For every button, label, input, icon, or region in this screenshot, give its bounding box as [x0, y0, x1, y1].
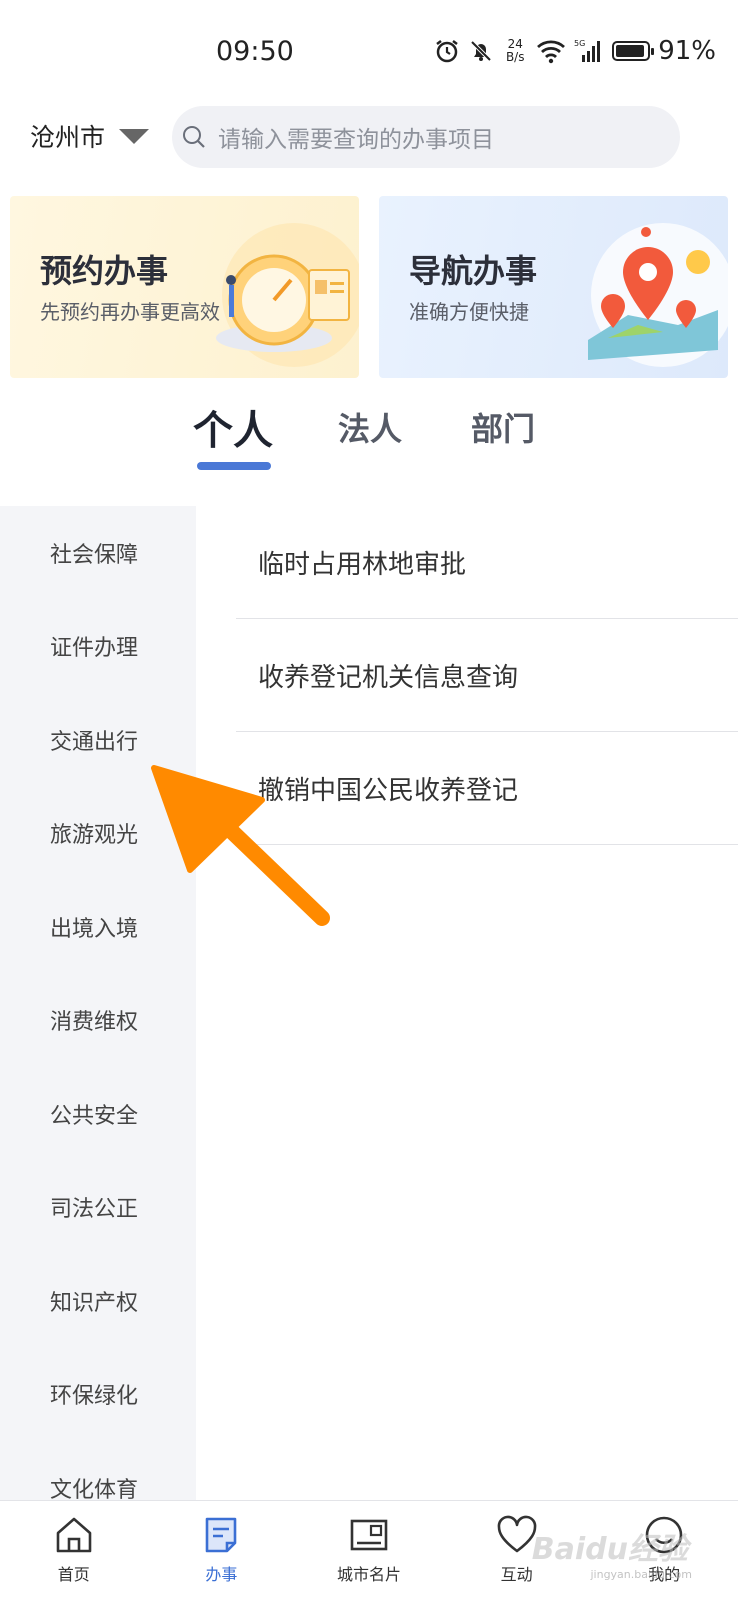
nav-label: 办事	[205, 1565, 238, 1584]
nav-label: 城市名片	[336, 1565, 401, 1584]
banner-title: 导航办事	[409, 252, 538, 290]
sidebar-item-intellectual-property[interactable]: 知识产权	[0, 1254, 196, 1348]
wifi-icon	[536, 38, 566, 64]
list-item[interactable]: 撤销中国公民收养登记	[196, 732, 738, 845]
mute-bell-icon	[468, 38, 494, 64]
speedometer-illustration-icon	[216, 223, 359, 367]
watermark-url: jingyan.baidu.com	[590, 1568, 692, 1581]
status-time: 09:50	[216, 36, 294, 67]
search-placeholder: 请输入需要查询的办事项目	[218, 127, 494, 153]
sidebar-item-judicial[interactable]: 司法公正	[0, 1161, 196, 1255]
battery-percent: 91%	[658, 36, 716, 66]
appointment-banner[interactable]: 预约办事 先预约再办事更高效	[10, 196, 359, 378]
list-item[interactable]: 临时占用林地审批	[196, 506, 738, 619]
banner-title: 预约办事	[40, 252, 169, 290]
header: 沧州市 请输入需要查询的办事项目	[0, 106, 738, 168]
city-selector[interactable]: 沧州市	[30, 118, 150, 154]
map-pin-illustration-icon	[588, 223, 728, 367]
battery-fill	[616, 45, 644, 57]
nav-services[interactable]: 办事	[148, 1501, 296, 1601]
sidebar-item-exit-entry[interactable]: 出境入境	[0, 880, 196, 974]
document-icon	[206, 1517, 237, 1553]
caret-down-icon	[119, 128, 150, 144]
nav-label: 首页	[57, 1565, 90, 1584]
banner-subtitle: 先预约再办事更高效	[40, 300, 220, 324]
service-list: 临时占用林地审批 收养登记机关信息查询 撤销中国公民收养登记	[196, 506, 738, 845]
tab-legal-person[interactable]: 法人	[338, 404, 402, 450]
active-tab-indicator	[197, 462, 271, 470]
search-input[interactable]: 请输入需要查询的办事项目	[172, 106, 680, 168]
alarm-icon	[434, 38, 460, 64]
nav-label: 互动	[500, 1565, 533, 1584]
cellular-signal-icon: 5G	[574, 38, 604, 64]
nav-home[interactable]: 首页	[0, 1501, 148, 1601]
battery-icon	[612, 41, 655, 61]
sidebar-item-transportation[interactable]: 交通出行	[0, 693, 196, 787]
net-speed: 24 B/s	[505, 37, 525, 64]
watermark-logo: Baidu经验	[531, 1532, 688, 1567]
sidebar-item-culture-sports[interactable]: 文化体育	[0, 1441, 196, 1502]
status-icons: 24 B/s 5G 91%	[434, 36, 716, 66]
sidebar-item-environment[interactable]: 环保绿化	[0, 1348, 196, 1442]
category-sidebar: 社会保障 证件办理 交通出行 旅游观光 出境入境 消费维权 公共安全 司法公正 …	[0, 506, 196, 1502]
sidebar-item-tourism[interactable]: 旅游观光	[0, 787, 196, 881]
search-icon	[183, 126, 205, 148]
navigation-banner[interactable]: 导航办事 准确方便快捷	[379, 196, 728, 378]
nav-city-card[interactable]: 城市名片	[295, 1501, 443, 1601]
tab-department[interactable]: 部门	[471, 404, 535, 450]
banner-subtitle: 准确方便快捷	[409, 300, 529, 324]
home-icon	[56, 1517, 92, 1553]
sidebar-item-social-security[interactable]: 社会保障	[0, 506, 196, 600]
sidebar-item-consumer-rights[interactable]: 消费维权	[0, 974, 196, 1068]
sidebar-item-public-safety[interactable]: 公共安全	[0, 1067, 196, 1161]
tab-personal[interactable]: 个人	[193, 398, 273, 456]
city-card-icon	[350, 1519, 388, 1551]
signal-tag: 5G	[574, 39, 585, 48]
tab-bar: 个人 法人 部门	[0, 404, 738, 484]
sidebar-item-certificates[interactable]: 证件办理	[0, 600, 196, 694]
status-bar: 09:50 24 B/s 5G 91%	[0, 0, 738, 100]
city-name: 沧州市	[30, 123, 106, 152]
list-item[interactable]: 收养登记机关信息查询	[196, 619, 738, 732]
